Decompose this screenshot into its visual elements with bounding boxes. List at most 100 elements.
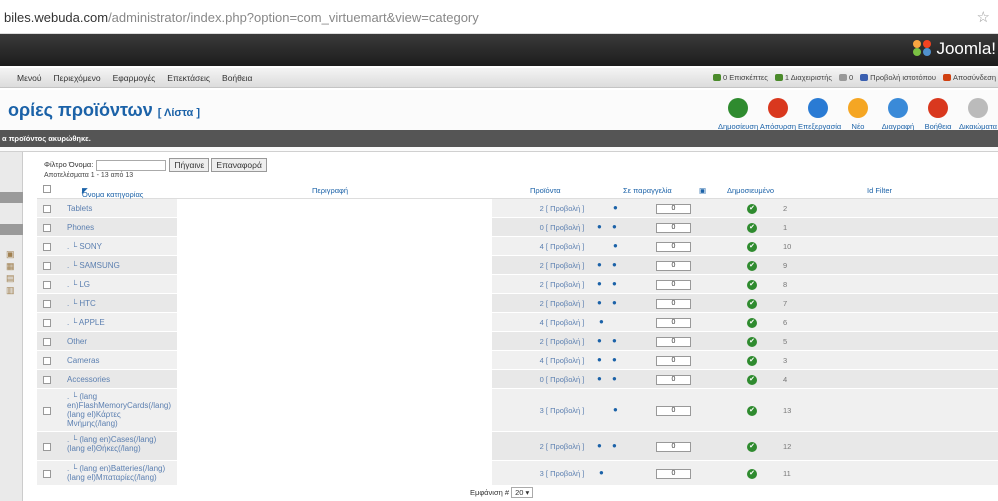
browser-address-bar[interactable]: biles.webuda.com/administrator/index.php… (0, 0, 998, 34)
col-ordering[interactable]: Σε παραγγελία (623, 186, 672, 195)
col-products[interactable]: Προϊόντα (530, 186, 561, 195)
menu-item[interactable]: Μενού (17, 73, 42, 83)
col-description[interactable]: Περιγραφή (312, 186, 348, 195)
col-id-filter[interactable]: Id Filter (867, 186, 892, 195)
row-checkbox[interactable] (43, 338, 51, 346)
products-view-link[interactable]: 2 [ Προβολή ] (532, 261, 592, 270)
ordering-input[interactable]: 0 (656, 375, 691, 385)
row-checkbox[interactable] (43, 376, 51, 384)
published-check-icon[interactable]: ✔ (747, 242, 757, 252)
row-checkbox[interactable] (43, 443, 51, 451)
ordering-input[interactable]: 0 (656, 318, 691, 328)
published-check-icon[interactable]: ✔ (747, 442, 757, 452)
order-arrow-icon[interactable]: ● (612, 279, 617, 288)
ordering-input[interactable]: 0 (656, 261, 691, 271)
category-name-link[interactable]: Tablets (67, 204, 92, 213)
sidebar-collapse-tab[interactable] (0, 192, 23, 203)
select-all-checkbox[interactable] (43, 185, 51, 193)
order-arrow-icon[interactable]: ● (599, 317, 604, 326)
published-check-icon[interactable]: ✔ (747, 469, 757, 479)
ordering-input[interactable]: 0 (656, 442, 691, 452)
status-item[interactable]: 0 (838, 73, 853, 82)
products-view-link[interactable]: 0 [ Προβολή ] (532, 223, 592, 232)
col-published[interactable]: Δημοσιευμένο (727, 186, 774, 195)
toolbar-button-permissions[interactable]: Δικαιώματα (958, 98, 998, 131)
category-name-link[interactable]: Cameras (67, 356, 99, 365)
products-view-link[interactable]: 4 [ Προβολή ] (532, 318, 592, 327)
status-item[interactable]: Προβολή ιστοτόπου (860, 73, 936, 82)
ordering-input[interactable]: 0 (656, 337, 691, 347)
category-name-link[interactable]: . └ (lang en)FlashMemoryCards(/lang) (la… (67, 392, 171, 428)
published-check-icon[interactable]: ✔ (747, 261, 757, 271)
status-item[interactable]: 1 Διαχειριστής (774, 73, 832, 82)
published-check-icon[interactable]: ✔ (747, 280, 757, 290)
products-view-link[interactable]: 0 [ Προβολή ] (532, 375, 592, 384)
orders-icon[interactable]: ▤ (6, 272, 15, 284)
category-name-link[interactable]: . └ (lang en)Cases(/lang) (lang el)Θήκες… (67, 435, 167, 453)
products-view-link[interactable]: 2 [ Προβολή ] (532, 204, 592, 213)
order-arrow-icon[interactable]: ● (597, 222, 602, 231)
menu-item[interactable]: Περιεχόμενο (54, 73, 101, 83)
col-name[interactable]: Όνομα κατηγορίας ◤ (82, 186, 143, 199)
published-check-icon[interactable]: ✔ (747, 223, 757, 233)
category-name-link[interactable]: . └ APPLE (67, 318, 105, 327)
ordering-input[interactable]: 0 (656, 204, 691, 214)
category-name-link[interactable]: . └ (lang en)Batteries(/lang) (lang el)Μ… (67, 464, 167, 482)
order-arrow-icon[interactable]: ● (597, 355, 602, 364)
row-checkbox[interactable] (43, 224, 51, 232)
toolbar-button-edit[interactable]: Επεξεργασία (798, 98, 841, 131)
category-name-link[interactable]: . └ SONY (67, 242, 102, 251)
ordering-input[interactable]: 0 (656, 299, 691, 309)
order-arrow-icon[interactable]: ● (597, 441, 602, 450)
category-name-link[interactable]: . └ SAMSUNG (67, 261, 120, 270)
row-checkbox[interactable] (43, 300, 51, 308)
order-arrow-icon[interactable]: ● (613, 405, 618, 414)
save-order-icon[interactable]: ▣ (699, 186, 706, 195)
published-check-icon[interactable]: ✔ (747, 337, 757, 347)
products-view-link[interactable]: 2 [ Προβολή ] (532, 280, 592, 289)
row-checkbox[interactable] (43, 319, 51, 327)
reset-button[interactable]: Επαναφορά (211, 158, 267, 172)
category-name-link[interactable]: Other (67, 337, 87, 346)
row-checkbox[interactable] (43, 281, 51, 289)
order-arrow-icon[interactable]: ● (597, 298, 602, 307)
ordering-input[interactable]: 0 (656, 223, 691, 233)
published-check-icon[interactable]: ✔ (747, 356, 757, 366)
category-name-link[interactable]: Accessories (67, 375, 110, 384)
row-checkbox[interactable] (43, 205, 51, 213)
go-button[interactable]: Πήγαινε (169, 158, 210, 172)
sidebar-active-item[interactable] (0, 224, 23, 235)
order-arrow-icon[interactable]: ● (612, 374, 617, 383)
shop-icon[interactable]: ▦ (6, 260, 15, 272)
status-item[interactable]: Αποσύνδεση (942, 73, 996, 82)
toolbar-button-delete[interactable]: Διαγραφή (878, 98, 918, 131)
order-arrow-icon[interactable]: ● (597, 260, 602, 269)
published-check-icon[interactable]: ✔ (747, 318, 757, 328)
url-text[interactable]: biles.webuda.com/administrator/index.php… (4, 10, 479, 25)
order-arrow-icon[interactable]: ● (613, 203, 618, 212)
category-name-link[interactable]: Phones (67, 223, 94, 232)
category-name-link[interactable]: . └ LG (67, 280, 90, 289)
categories-icon[interactable]: ▥ (6, 284, 15, 296)
bookmark-star-icon[interactable]: ☆ (977, 8, 990, 26)
order-arrow-icon[interactable]: ● (612, 298, 617, 307)
order-arrow-icon[interactable]: ● (597, 279, 602, 288)
order-arrow-icon[interactable]: ● (612, 441, 617, 450)
status-item[interactable]: 0 Επισκέπτες (712, 73, 768, 82)
products-view-link[interactable]: 2 [ Προβολή ] (532, 299, 592, 308)
products-view-link[interactable]: 3 [ Προβολή ] (532, 406, 592, 415)
products-view-link[interactable]: 2 [ Προβολή ] (532, 337, 592, 346)
row-checkbox[interactable] (43, 243, 51, 251)
published-check-icon[interactable]: ✔ (747, 299, 757, 309)
toolbar-button-help[interactable]: Βοήθεια (918, 98, 958, 131)
products-view-link[interactable]: 4 [ Προβολή ] (532, 242, 592, 251)
order-arrow-icon[interactable]: ● (613, 241, 618, 250)
order-arrow-icon[interactable]: ● (612, 222, 617, 231)
order-arrow-icon[interactable]: ● (597, 336, 602, 345)
menu-item[interactable]: Βοήθεια (222, 73, 252, 83)
order-arrow-icon[interactable]: ● (599, 468, 604, 477)
toolbar-button-publish[interactable]: Δημοσίευση (718, 98, 758, 131)
products-view-link[interactable]: 4 [ Προβολή ] (532, 356, 592, 365)
display-count-select[interactable]: 20 ▾ (511, 487, 534, 498)
order-arrow-icon[interactable]: ● (612, 260, 617, 269)
